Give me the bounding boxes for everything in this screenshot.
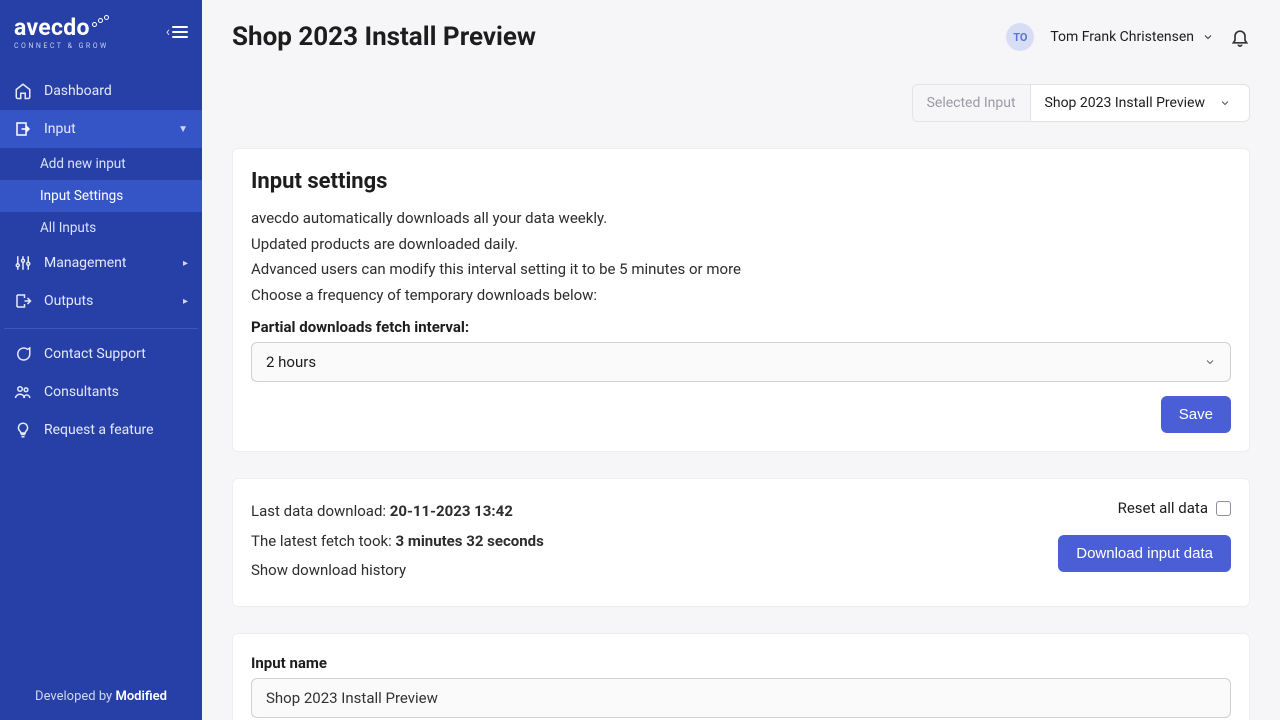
input-name-card: Input name Shop 2023 Install Preview Pro…: [232, 633, 1250, 720]
chevron-down-icon: ▼: [178, 124, 188, 135]
input-selector-dropdown[interactable]: Shop 2023 Install Preview: [1031, 85, 1249, 121]
sidebar-item-input[interactable]: Input ▼: [0, 110, 202, 148]
sidebar-sub-add-input[interactable]: Add new input: [0, 148, 202, 180]
reset-all-data-label: Reset all data: [1118, 499, 1208, 517]
user-menu[interactable]: Tom Frank Christensen: [1050, 29, 1214, 45]
input-name-field[interactable]: Shop 2023 Install Preview: [251, 678, 1231, 718]
settings-description: avecdo automatically downloads all your …: [251, 206, 1231, 232]
sidebar-nav: Dashboard Input ▼ Add new input Input Se…: [0, 72, 202, 449]
sidebar-item-dashboard[interactable]: Dashboard: [0, 72, 202, 110]
sidebar-item-label: Outputs: [44, 293, 93, 309]
save-button[interactable]: Save: [1161, 396, 1231, 433]
chevron-right-icon: ▸: [183, 258, 188, 269]
sidebar-item-label: Contact Support: [44, 346, 146, 362]
sidebar-item-management[interactable]: Management ▸: [0, 244, 202, 282]
output-icon: [14, 292, 32, 310]
hamburger-icon: [172, 26, 188, 38]
interval-select[interactable]: 2 hours: [251, 342, 1231, 382]
interval-field-label: Partial downloads fetch interval:: [251, 318, 1231, 336]
sidebar-item-label: Management: [44, 255, 126, 271]
sidebar-collapse-button[interactable]: ‹: [166, 24, 188, 40]
sidebar-divider: [4, 328, 198, 329]
avatar[interactable]: TO: [1006, 23, 1034, 51]
settings-description: Advanced users can modify this interval …: [251, 257, 1231, 283]
last-download-value: 20-11-2023 13:42: [390, 502, 513, 520]
fetch-time-value: 3 minutes 32 seconds: [396, 532, 544, 550]
home-icon: [14, 82, 32, 100]
sidebar-item-request-feature[interactable]: Request a feature: [0, 411, 202, 449]
input-selector: Selected Input Shop 2023 Install Preview: [912, 84, 1250, 122]
main-content: Shop 2023 Install Preview TO Tom Frank C…: [202, 0, 1280, 720]
chevron-down-icon: [1202, 31, 1214, 43]
sidebar-item-label: Consultants: [44, 384, 119, 400]
input-name-label: Input name: [251, 654, 1231, 672]
input-selector-value: Shop 2023 Install Preview: [1045, 95, 1205, 111]
bell-icon[interactable]: [1230, 27, 1250, 47]
developed-by: Developed by Modified: [0, 677, 202, 720]
brand-tagline: CONNECT & GROW: [14, 42, 110, 50]
last-download-line: Last data download: 20-11-2023 13:42: [251, 499, 544, 525]
download-input-data-button[interactable]: Download input data: [1058, 535, 1231, 572]
fetch-time-line: The latest fetch took: 3 minutes 32 seco…: [251, 529, 544, 555]
brand-dots-icon: [92, 15, 110, 29]
sidebar-item-label: Dashboard: [44, 83, 112, 99]
sidebar-item-label: Input: [44, 121, 76, 137]
user-name: Tom Frank Christensen: [1050, 29, 1194, 45]
chevron-down-icon: [1219, 97, 1231, 109]
users-icon: [14, 383, 32, 401]
reset-all-data-checkbox[interactable]: [1216, 501, 1231, 516]
sidebar-item-label: Request a feature: [44, 422, 154, 438]
card-title: Input settings: [251, 169, 1231, 194]
sidebar-item-contact-support[interactable]: Contact Support: [0, 335, 202, 373]
chevron-left-icon: ‹: [166, 24, 170, 40]
interval-select-value: 2 hours: [266, 353, 316, 371]
page-title: Shop 2023 Install Preview: [232, 22, 536, 52]
brand-logo: avecdo CONNECT & GROW: [14, 14, 110, 50]
sidebar-sub-all-inputs[interactable]: All Inputs: [0, 212, 202, 244]
show-download-history-link[interactable]: Show download history: [251, 558, 544, 584]
sidebar-item-outputs[interactable]: Outputs ▸: [0, 282, 202, 320]
download-status-card: Last data download: 20-11-2023 13:42 The…: [232, 478, 1250, 607]
sidebar-item-consultants[interactable]: Consultants: [0, 373, 202, 411]
input-settings-card: Input settings avecdo automatically down…: [232, 148, 1250, 452]
input-icon: [14, 120, 32, 138]
settings-description: Updated products are downloaded daily.: [251, 232, 1231, 258]
chevron-down-icon: [1204, 356, 1216, 368]
chat-icon: [14, 345, 32, 363]
chevron-right-icon: ▸: [183, 296, 188, 307]
settings-description: Choose a frequency of temporary download…: [251, 283, 1231, 309]
input-selector-label: Selected Input: [913, 85, 1031, 121]
sliders-icon: [14, 254, 32, 272]
sidebar-sub-input-settings[interactable]: Input Settings: [0, 180, 202, 212]
brand-name: avecdo: [14, 14, 90, 41]
sidebar: avecdo CONNECT & GROW ‹ Dashboard Input …: [0, 0, 202, 720]
lightbulb-icon: [14, 421, 32, 439]
